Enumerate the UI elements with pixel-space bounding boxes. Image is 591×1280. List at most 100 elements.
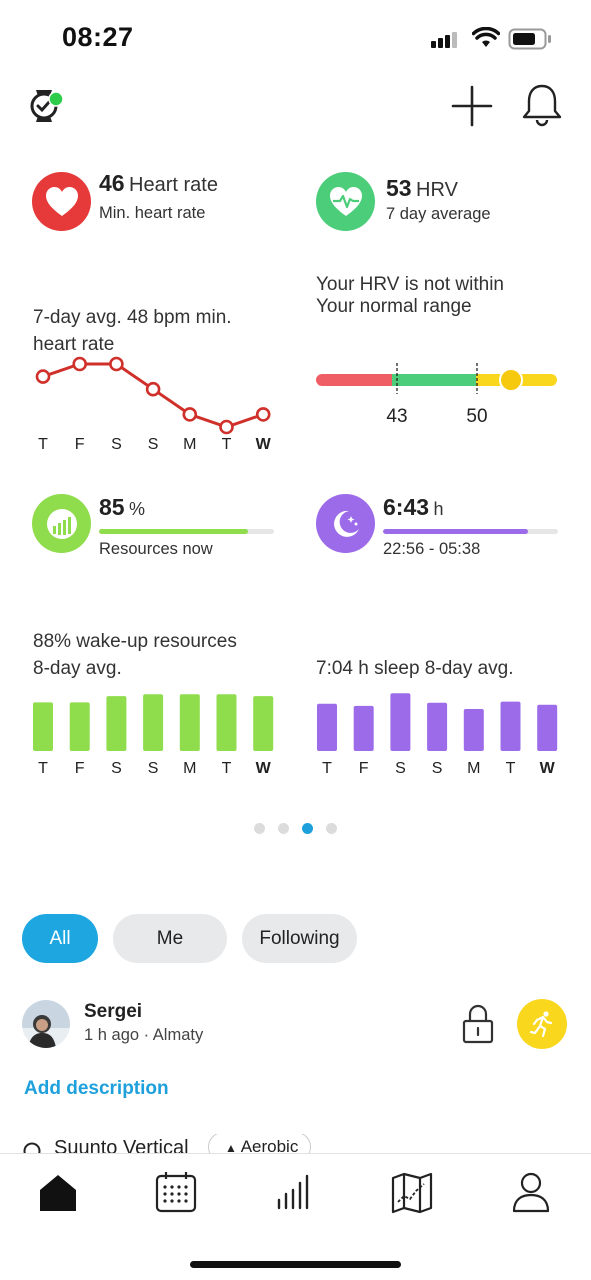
resources-progress-bar xyxy=(99,529,274,534)
sleep-bar xyxy=(317,703,337,751)
sleep-day-label: W xyxy=(540,760,556,777)
watch-connected-icon[interactable] xyxy=(24,84,68,128)
sleep-bar-chart[interactable]: TFSSMTW xyxy=(306,680,576,780)
resources-progress-fill xyxy=(99,529,248,534)
signal-icon xyxy=(431,32,457,48)
sleep-day-label: T xyxy=(506,760,516,777)
post-meta: 1 h ago · Almaty xyxy=(84,1026,204,1044)
hr-point xyxy=(182,407,198,422)
device-watch-icon xyxy=(23,1142,41,1154)
resources-bar xyxy=(33,702,53,751)
stats-icon[interactable] xyxy=(270,1168,318,1216)
hr-day-label: T xyxy=(222,436,232,453)
notifications-bell-icon[interactable] xyxy=(520,82,564,128)
filter-following-button[interactable]: Following xyxy=(242,914,357,963)
sleep-day-label: F xyxy=(359,760,369,777)
sleep-day-label: M xyxy=(467,760,480,777)
hr-day-label: T xyxy=(38,436,48,453)
resources-day-label: S xyxy=(111,760,122,777)
resources-bar xyxy=(143,694,164,751)
status-time: 08:27 xyxy=(62,22,134,52)
hr-point xyxy=(255,407,271,422)
aerobic-tag-label: Aerobic xyxy=(240,1137,299,1154)
sleep-bar xyxy=(537,704,558,751)
hr-point xyxy=(72,356,88,372)
hrv-summary[interactable]: 53 HRV xyxy=(386,175,458,202)
resources-day-label: F xyxy=(75,760,85,777)
sleep-day-label: S xyxy=(432,760,443,777)
hrv-range-normal xyxy=(392,374,482,386)
hrv-value: 53 xyxy=(386,175,412,201)
resources-day-label: S xyxy=(148,760,159,777)
map-icon[interactable] xyxy=(388,1168,436,1216)
user-name[interactable]: Sergei xyxy=(84,1001,142,1023)
resources-summary[interactable]: 85 % xyxy=(99,494,145,521)
resources-day-label: T xyxy=(38,760,48,777)
filter-all-button[interactable]: All xyxy=(22,914,98,963)
heart-rate-value: 46 xyxy=(99,170,125,196)
resources-bar-chart[interactable]: TFSSMTW xyxy=(22,680,292,780)
sleep-day-label: T xyxy=(322,760,332,777)
hrv-unit: HRV xyxy=(416,179,458,201)
sleep-bar xyxy=(463,709,484,751)
hrv-range-low xyxy=(316,374,398,386)
lock-icon[interactable] xyxy=(458,1003,498,1045)
heart-icon[interactable] xyxy=(32,172,91,231)
moon-icon[interactable] xyxy=(316,494,375,553)
sleep-subtitle: 22:56 - 05:38 xyxy=(383,540,481,558)
resources-bar xyxy=(253,696,274,751)
resources-day-label: T xyxy=(222,760,232,777)
home-icon[interactable] xyxy=(34,1168,82,1216)
add-icon[interactable] xyxy=(450,84,494,128)
add-description-link[interactable]: Add description xyxy=(24,1078,169,1100)
sleep-bar xyxy=(353,705,374,751)
resources-bar xyxy=(69,702,90,751)
calendar-icon[interactable] xyxy=(152,1168,200,1216)
sleep-progress-bar xyxy=(383,529,558,534)
hrv-current-marker xyxy=(499,368,523,392)
heart-pulse-icon[interactable] xyxy=(316,172,375,231)
hr-day-label: W xyxy=(256,436,272,453)
resources-day-label: M xyxy=(183,760,196,777)
hrv-status-line2: Your normal range xyxy=(316,296,472,317)
sleep-chart-caption: 7:04 h sleep 8-day avg. xyxy=(316,658,514,679)
page-dot[interactable] xyxy=(278,823,289,834)
sleep-summary[interactable]: 6:43 h xyxy=(383,494,444,521)
heart-rate-summary[interactable]: 46 Heart rate xyxy=(99,170,218,197)
avatar[interactable] xyxy=(22,1000,70,1048)
resources-icon[interactable] xyxy=(32,494,91,553)
sleep-unit: h xyxy=(433,499,444,519)
heart-rate-line-chart[interactable]: TFSSMTW xyxy=(22,350,292,460)
resources-chart-caption-line1: 88% wake-up resources xyxy=(33,631,237,652)
resources-chart-caption-line2: 8-day avg. xyxy=(33,658,122,679)
resources-day-label: W xyxy=(256,760,272,777)
hr-point xyxy=(219,419,234,435)
page-dot[interactable] xyxy=(254,823,265,834)
hr-day-label: F xyxy=(75,436,85,453)
resources-unit: % xyxy=(129,499,146,519)
hrv-status-text: Your HRV is not within Your normal range xyxy=(316,274,576,318)
hr-point xyxy=(109,356,124,372)
heart-rate-unit: Heart rate xyxy=(129,174,218,196)
resources-bar xyxy=(179,694,200,751)
resources-bar xyxy=(106,696,127,751)
sleep-bar xyxy=(500,701,521,751)
page-dot[interactable] xyxy=(302,823,313,834)
resources-value: 85 xyxy=(99,494,125,520)
resources-subtitle: Resources now xyxy=(99,540,213,558)
resources-chart-caption: 88% wake-up resources 8-day avg. xyxy=(33,628,303,682)
wifi-icon xyxy=(472,27,500,47)
sleep-bar xyxy=(427,702,448,751)
profile-icon[interactable] xyxy=(507,1168,555,1216)
sleep-progress-fill xyxy=(383,529,529,534)
home-indicator xyxy=(190,1261,401,1268)
page-indicator[interactable] xyxy=(0,823,591,834)
page-dot[interactable] xyxy=(326,823,337,834)
hrv-status-line1: Your HRV is not within xyxy=(316,274,504,295)
hrv-range-gauge[interactable]: 43 50 xyxy=(312,360,562,430)
heart-rate-subtitle: Min. heart rate xyxy=(99,204,206,222)
resources-bar xyxy=(216,694,237,751)
filter-me-button[interactable]: Me xyxy=(113,914,227,963)
sleep-bar xyxy=(390,693,411,751)
running-activity-icon[interactable] xyxy=(517,999,567,1049)
